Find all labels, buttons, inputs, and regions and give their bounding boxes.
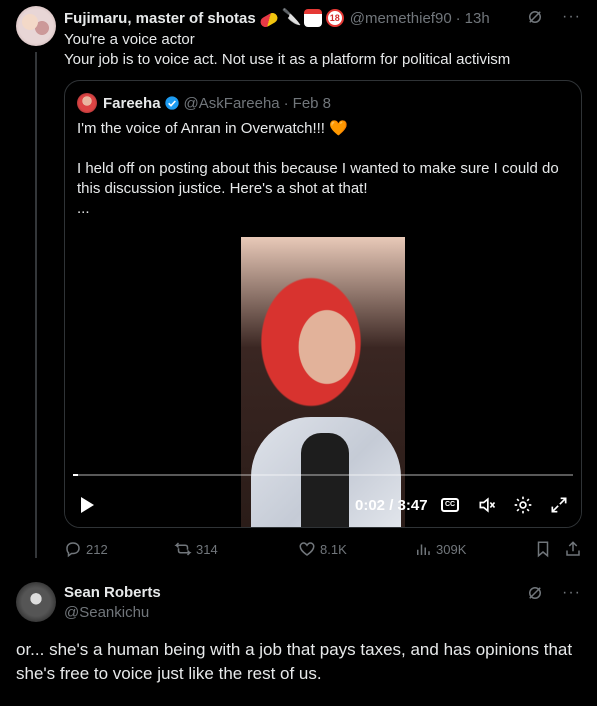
more-icon[interactable]: ···: [562, 8, 581, 26]
quote-date[interactable]: Feb 8: [293, 95, 331, 112]
tweet2-text: or... she's a human being with a job tha…: [16, 640, 573, 683]
views-button[interactable]: 309K: [414, 540, 466, 558]
quote-display-name[interactable]: Fareeha: [103, 95, 161, 112]
quote-separator: ·: [283, 94, 289, 112]
quoted-tweet[interactable]: Fareeha @AskFareeha · Feb 8 I'm the voic…: [64, 80, 582, 528]
video-time: 0:02 / 3:47: [355, 497, 428, 514]
quote-line1: I'm the voice of Anran in Overwatch!!!: [77, 120, 330, 137]
captions-icon[interactable]: CC: [441, 498, 459, 512]
video-scrubber[interactable]: [73, 474, 573, 476]
quote-handle[interactable]: @AskFareeha: [184, 95, 280, 112]
video-player[interactable]: 0:02 / 3:47 CC: [65, 237, 581, 527]
display-name[interactable]: Fujimaru, master of shotas: [64, 10, 256, 27]
quote-header: Fareeha @AskFareeha · Feb 8: [77, 93, 331, 113]
tweet2-handle[interactable]: @Seankichu: [64, 604, 149, 621]
retweet-count: 314: [196, 541, 218, 557]
share-button[interactable]: [564, 540, 582, 558]
tweet1-line1: You're a voice actor: [64, 31, 195, 48]
avatar-fujimaru[interactable]: [16, 6, 56, 46]
knife-emoji: 🔪: [281, 9, 302, 26]
heart-icon: [299, 542, 315, 556]
grok-icon[interactable]: [526, 8, 544, 26]
reply-count: 212: [86, 541, 108, 557]
retweet-icon: [174, 542, 192, 556]
bookmark-icon: [537, 541, 549, 558]
quote-ellipsis: ...: [77, 200, 90, 217]
pill-emoji: [258, 11, 280, 29]
18-emoji: 18: [325, 9, 344, 27]
more-icon[interactable]: ···: [562, 584, 581, 602]
tweet1-actions: 212 314 8.1K 309K: [64, 540, 582, 560]
view-count: 309K: [436, 541, 467, 557]
handle[interactable]: @memethief90: [350, 10, 452, 27]
thread-line: [35, 52, 37, 558]
calendar-emoji: [303, 9, 322, 27]
reply-button[interactable]: 212: [64, 540, 108, 558]
video-progress: [73, 474, 78, 476]
avatar-sean-roberts[interactable]: [16, 582, 56, 622]
like-button[interactable]: 8.1K: [298, 540, 347, 558]
mute-icon[interactable]: [477, 495, 497, 515]
play-icon[interactable]: [81, 497, 94, 513]
tweet1-header: Fujimaru, master of shotas 🔪 18 @memethi…: [64, 8, 581, 29]
orange-heart-emoji: 🧡: [329, 120, 348, 137]
tweet1-line2: Your job is to voice act. Not use it as …: [64, 51, 511, 68]
bookmark-button[interactable]: [534, 540, 552, 558]
views-chart-icon: [417, 544, 430, 555]
retweet-button[interactable]: 314: [174, 540, 218, 558]
timestamp[interactable]: 13h: [465, 10, 490, 27]
fullscreen-icon[interactable]: [549, 495, 569, 515]
separator: ·: [455, 9, 461, 27]
share-icon: [566, 541, 580, 556]
video-thumbnail[interactable]: [241, 237, 405, 527]
verified-badge-icon: [164, 96, 179, 110]
like-count: 8.1K: [320, 541, 347, 557]
reply-icon: [66, 542, 80, 558]
video-controls: 0:02 / 3:47 CC: [65, 487, 581, 527]
grok-icon[interactable]: [526, 584, 544, 602]
tweet2-header: Sean Roberts ···: [64, 584, 581, 601]
quote-text: I'm the voice of Anran in Overwatch!!! 🧡…: [77, 119, 567, 219]
tweet2-display-name[interactable]: Sean Roberts: [64, 584, 161, 601]
avatar-fareeha[interactable]: [77, 93, 97, 113]
tweet1-text: You're a voice actor Your job is to voic…: [64, 30, 581, 70]
quote-line2: I held off on posting about this because…: [77, 160, 559, 197]
settings-gear-icon[interactable]: [513, 495, 533, 515]
